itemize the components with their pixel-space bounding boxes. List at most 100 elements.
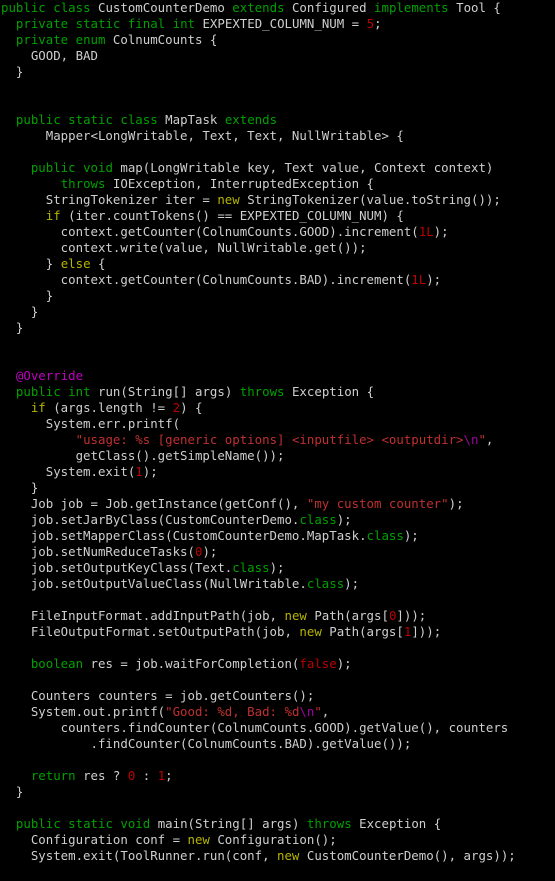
- code-line[interactable]: throws IOException, InterruptedException…: [0, 176, 555, 192]
- code-line[interactable]: }: [0, 480, 555, 496]
- code-line[interactable]: [0, 592, 555, 608]
- code-token-default: CustomCounterDemo: [90, 0, 233, 15]
- code-token-keyword: static: [68, 816, 113, 831]
- code-line[interactable]: context.getCounter(ColnumCounts.BAD).inc…: [0, 272, 555, 288]
- code-line[interactable]: FileInputFormat.addInputPath(job, new Pa…: [0, 608, 555, 624]
- code-token-default: Exception {: [351, 816, 442, 831]
- code-line[interactable]: [0, 144, 555, 160]
- code-line[interactable]: boolean res = job.waitForCompletion(fals…: [0, 656, 555, 672]
- code-token-keyword: public: [15, 816, 61, 831]
- code-token-default: Counters counters = job.getCounters();: [1, 688, 315, 703]
- code-token-keyword: class: [120, 112, 158, 127]
- code-line[interactable]: context.getCounter(ColnumCounts.GOOD).in…: [0, 224, 555, 240]
- code-line[interactable]: System.err.printf(: [0, 416, 555, 432]
- code-token-default: ) {: [180, 400, 203, 415]
- code-line[interactable]: Mapper<LongWritable, Text, Text, NullWri…: [0, 128, 555, 144]
- code-line[interactable]: [0, 672, 555, 688]
- code-token-default: context.getCounter(ColnumCounts.BAD).inc…: [1, 272, 412, 287]
- code-line[interactable]: private static final int EXPEXTED_COLUMN…: [0, 16, 555, 32]
- code-line[interactable]: counters.findCounter(ColnumCounts.GOOD).…: [0, 720, 555, 736]
- code-token-control: new: [187, 832, 210, 847]
- code-line[interactable]: StringTokenizer iter = new StringTokeniz…: [0, 192, 555, 208]
- code-token-default: :: [135, 768, 158, 783]
- code-token-default: );: [344, 576, 360, 591]
- code-line[interactable]: context.write(value, NullWritable.get())…: [0, 240, 555, 256]
- code-token-keyword: final: [127, 16, 166, 31]
- code-token-default: Path(args[: [321, 624, 404, 639]
- code-line[interactable]: [0, 640, 555, 656]
- code-line[interactable]: }: [0, 288, 555, 304]
- code-token-default: }: [1, 304, 39, 319]
- code-line[interactable]: .findCounter(ColnumCounts.BAD).getValue(…: [0, 736, 555, 752]
- code-token-default: {: [90, 256, 106, 271]
- code-line[interactable]: [0, 752, 555, 768]
- code-line[interactable]: private enum ColnumCounts {: [0, 32, 555, 48]
- code-token-default: Tool {: [448, 0, 501, 15]
- code-line[interactable]: [0, 864, 555, 880]
- code-line[interactable]: System.exit(1);: [0, 464, 555, 480]
- code-token-default: [1, 368, 16, 383]
- code-token-default: IOException, InterruptedException {: [105, 176, 375, 191]
- code-line[interactable]: job.setOutputKeyClass(Text.class);: [0, 560, 555, 576]
- code-line[interactable]: System.exit(ToolRunner.run(conf, new Cus…: [0, 848, 555, 864]
- code-line[interactable]: [0, 336, 555, 352]
- code-token-default: FileInputFormat.addInputPath(job,: [1, 608, 285, 623]
- code-token-default: [120, 16, 127, 31]
- code-line[interactable]: public static void main(String[] args) t…: [0, 816, 555, 832]
- code-line[interactable]: }: [0, 784, 555, 800]
- code-token-default: [1, 432, 76, 447]
- code-line[interactable]: }: [0, 64, 555, 80]
- code-line[interactable]: Counters counters = job.getCounters();: [0, 688, 555, 704]
- code-line[interactable]: FileOutputFormat.setOutputPath(job, new …: [0, 624, 555, 640]
- code-line[interactable]: public int run(String[] args) throws Exc…: [0, 384, 555, 400]
- code-token-string: "Good: %d, Bad: %d: [165, 704, 300, 719]
- code-token-keyword: extends: [232, 0, 285, 15]
- code-line[interactable]: job.setMapperClass(CustomCounterDemo.Map…: [0, 528, 555, 544]
- code-token-default: [68, 32, 75, 47]
- code-token-default: );: [403, 528, 419, 543]
- code-line[interactable]: if (iter.countTokens() == EXPEXTED_COLUM…: [0, 208, 555, 224]
- code-line[interactable]: return res ? 0 : 1;: [0, 768, 555, 784]
- code-token-keyword: class: [53, 0, 91, 15]
- code-line[interactable]: public static class MapTask extends: [0, 112, 555, 128]
- code-line[interactable]: }: [0, 304, 555, 320]
- code-line[interactable]: [0, 352, 555, 368]
- code-line[interactable]: System.out.printf("Good: %d, Bad: %d\n",: [0, 704, 555, 720]
- code-token-default: Configured: [284, 0, 375, 15]
- code-token-default: StringTokenizer iter =: [1, 192, 218, 207]
- code-line[interactable]: } else {: [0, 256, 555, 272]
- code-token-default: job.setMapperClass(CustomCounterDemo.Map…: [1, 528, 367, 543]
- code-line[interactable]: }: [0, 320, 555, 336]
- code-editor-viewport[interactable]: public class CustomCounterDemo extends C…: [0, 0, 555, 881]
- code-token-default: }: [1, 64, 24, 79]
- code-token-default: [1, 16, 16, 31]
- code-token-default: job.setNumReduceTasks(: [1, 544, 195, 559]
- code-line[interactable]: job.setNumReduceTasks(0);: [0, 544, 555, 560]
- code-token-default: (args.length !=: [45, 400, 173, 415]
- code-line[interactable]: public void map(LongWritable key, Text v…: [0, 160, 555, 176]
- code-line[interactable]: job.setOutputValueClass(NullWritable.cla…: [0, 576, 555, 592]
- code-line[interactable]: "usage: %s [generic options] <inputfile>…: [0, 432, 555, 448]
- code-line[interactable]: [0, 80, 555, 96]
- code-token-default: [1, 160, 31, 175]
- code-token-default: System.err.printf(: [1, 416, 181, 431]
- code-line[interactable]: @Override: [0, 368, 555, 384]
- code-line[interactable]: Configuration conf = new Configuration()…: [0, 832, 555, 848]
- code-line[interactable]: if (args.length != 2) {: [0, 400, 555, 416]
- code-token-control: else: [60, 256, 91, 271]
- code-line[interactable]: GOOD, BAD: [0, 48, 555, 64]
- code-token-default: [1, 384, 16, 399]
- code-token-control: new: [277, 848, 300, 863]
- code-token-default: );: [336, 512, 352, 527]
- code-line[interactable]: getClass().getSimpleName());: [0, 448, 555, 464]
- code-token-keyword: public: [15, 384, 61, 399]
- code-line[interactable]: public class CustomCounterDemo extends C…: [0, 0, 555, 16]
- code-line[interactable]: [0, 96, 555, 112]
- code-token-string: ": [314, 704, 322, 719]
- code-line[interactable]: [0, 800, 555, 816]
- code-line[interactable]: job.setJarByClass(CustomCounterDemo.clas…: [0, 512, 555, 528]
- code-line[interactable]: Job job = Job.getInstance(getConf(), "my…: [0, 496, 555, 512]
- code-token-default: run(String[] args): [90, 384, 240, 399]
- code-token-escape: \n: [299, 704, 315, 719]
- code-token-default: map(LongWritable key, Text value, Contex…: [112, 160, 494, 175]
